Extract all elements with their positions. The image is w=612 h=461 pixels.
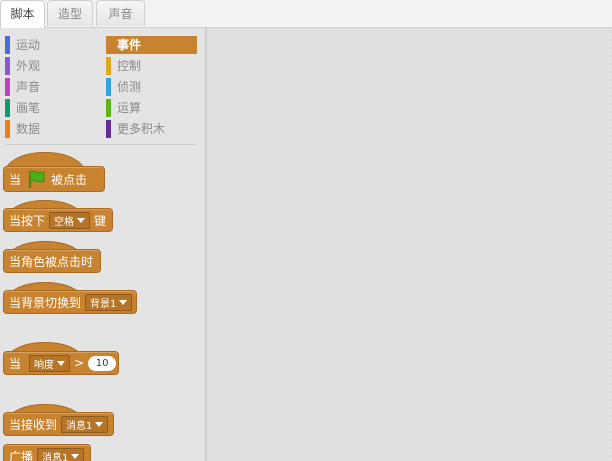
palette-divider xyxy=(6,144,195,145)
chevron-down-icon xyxy=(77,217,86,223)
chevron-down-icon xyxy=(57,360,66,366)
backdrop-dropdown-value: 背景1 xyxy=(90,298,117,310)
chevron-down-icon xyxy=(71,453,80,459)
message-dropdown-value: 消息1 xyxy=(66,420,93,432)
category-color-swatch xyxy=(106,120,111,138)
block-text: 当角色被点击时 xyxy=(9,254,94,269)
category-label: 画笔 xyxy=(16,101,41,115)
broadcast-block[interactable]: 广播 消息1 xyxy=(3,444,91,461)
message-dropdown[interactable]: 消息1 xyxy=(61,415,109,433)
threshold-input[interactable]: 10 xyxy=(88,355,117,371)
category-label: 事件 xyxy=(117,38,142,52)
block-palette: 运动 事件 外观 控制 声音 侦测 画笔 运算 数据 更多积木 当 被点击 当按… xyxy=(0,28,206,461)
category-color-swatch xyxy=(106,99,111,117)
block-text: 键 xyxy=(94,213,107,228)
backdrop-dropdown[interactable]: 背景1 xyxy=(85,293,133,311)
category-color-swatch xyxy=(106,78,111,96)
key-dropdown[interactable]: 空格 xyxy=(49,211,91,229)
category-label: 运算 xyxy=(117,101,142,115)
when-sensor-greater-block[interactable]: 当 响度 > 10 xyxy=(3,351,119,375)
category-label: 运动 xyxy=(16,38,41,52)
category-looks[interactable]: 外观 xyxy=(5,57,100,75)
sensor-dropdown-value: 响度 xyxy=(34,359,55,371)
key-dropdown-value: 空格 xyxy=(54,216,75,228)
category-label: 声音 xyxy=(16,80,41,94)
category-label: 外观 xyxy=(16,59,41,73)
category-color-swatch xyxy=(5,57,10,75)
block-text: > xyxy=(74,356,85,370)
category-color-swatch xyxy=(5,120,10,138)
block-text: 当 xyxy=(9,172,22,187)
category-events[interactable]: 事件 xyxy=(106,36,197,54)
sensor-dropdown[interactable]: 响度 xyxy=(29,354,71,372)
category-color-swatch xyxy=(5,36,10,54)
scripts-area[interactable] xyxy=(206,28,612,461)
tab-scripts[interactable]: 脚本 xyxy=(0,0,45,28)
category-pen[interactable]: 画笔 xyxy=(5,99,100,117)
category-label: 更多积木 xyxy=(117,122,166,136)
chevron-down-icon xyxy=(119,299,128,305)
when-sprite-clicked-block[interactable]: 当角色被点击时 xyxy=(3,249,101,273)
green-flag-icon xyxy=(29,170,45,188)
block-text: 当 xyxy=(9,356,22,371)
category-label: 侦测 xyxy=(117,80,142,94)
category-color-swatch xyxy=(106,36,111,54)
when-key-pressed-block[interactable]: 当按下 空格 键 xyxy=(3,208,113,232)
when-flag-clicked-block[interactable]: 当 被点击 xyxy=(3,166,105,192)
category-sound[interactable]: 声音 xyxy=(5,78,100,96)
block-text: 当接收到 xyxy=(9,417,58,432)
category-color-swatch xyxy=(106,57,111,75)
when-i-receive-block[interactable]: 当接收到 消息1 xyxy=(3,412,114,436)
category-data[interactable]: 数据 xyxy=(5,120,100,138)
chevron-down-icon xyxy=(95,421,104,427)
broadcast-dropdown-value: 消息1 xyxy=(42,452,69,461)
broadcast-message-dropdown[interactable]: 消息1 xyxy=(37,447,85,461)
when-backdrop-switches-block[interactable]: 当背景切换到 背景1 xyxy=(3,290,137,314)
category-label: 控制 xyxy=(117,59,142,73)
category-control[interactable]: 控制 xyxy=(106,57,197,75)
category-color-swatch xyxy=(5,78,10,96)
category-motion[interactable]: 运动 xyxy=(5,36,100,54)
block-text: 被点击 xyxy=(51,172,88,187)
block-text: 当背景切换到 xyxy=(9,295,82,310)
category-more-blocks[interactable]: 更多积木 xyxy=(106,120,197,138)
tab-bar: 脚本 造型 声音 xyxy=(0,0,612,28)
tab-sounds[interactable]: 声音 xyxy=(96,0,145,26)
tab-costumes[interactable]: 造型 xyxy=(47,0,93,26)
category-operators[interactable]: 运算 xyxy=(106,99,197,117)
block-text: 当按下 xyxy=(9,213,46,228)
block-text: 广播 xyxy=(9,449,34,461)
category-color-swatch xyxy=(5,99,10,117)
category-label: 数据 xyxy=(16,122,41,136)
category-sensing[interactable]: 侦测 xyxy=(106,78,197,96)
